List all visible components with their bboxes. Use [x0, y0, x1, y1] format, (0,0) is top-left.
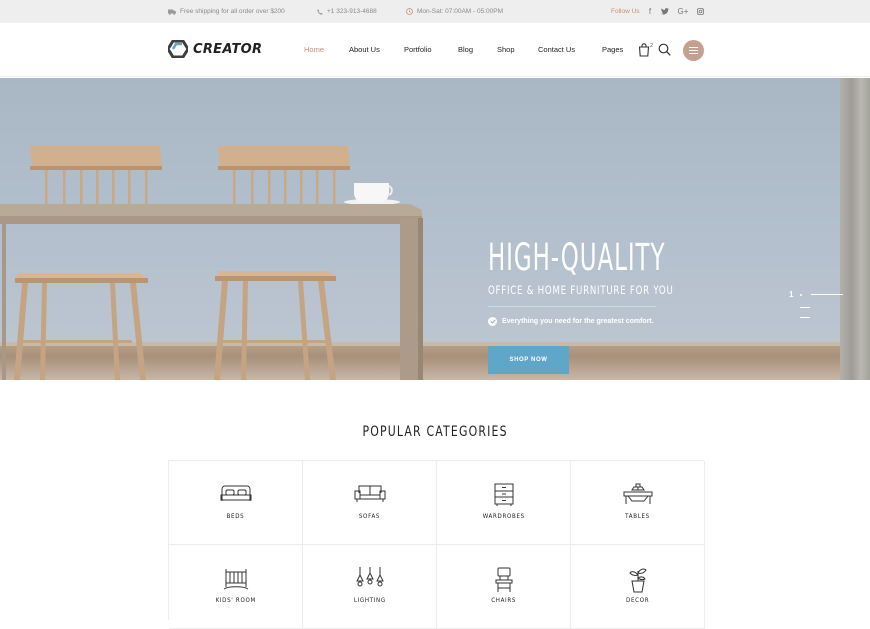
hamburger-menu-button[interactable] — [683, 40, 704, 61]
truck-icon — [168, 9, 176, 15]
crib-icon — [223, 569, 248, 590]
plant-icon — [628, 568, 647, 593]
category-tables[interactable]: TABLES — [571, 461, 705, 545]
check-circle-icon — [488, 317, 497, 326]
phone-info: +1 323-913-4688 — [317, 8, 377, 15]
hero-tagline-text: Everything you need for the greatest com… — [502, 318, 654, 325]
shipping-text: Free shipping for all order over $200 — [180, 8, 285, 15]
category-label: LIGHTING — [353, 596, 386, 604]
category-label: DECOR — [625, 596, 650, 604]
nav-about-us[interactable]: About Us — [349, 45, 380, 54]
logo[interactable]: CREATOR — [168, 40, 262, 58]
slide-indicator-3[interactable] — [800, 317, 810, 318]
category-decor[interactable]: DECOR — [571, 545, 705, 629]
categories-grid: BEDS SOFAS WARDROBES TABLES KIDS' ROOM L… — [168, 460, 705, 629]
nav-blog[interactable]: Blog — [458, 45, 473, 54]
category-kids-room[interactable]: KIDS' ROOM — [169, 545, 303, 629]
logo-mark-icon — [168, 40, 188, 58]
clock-icon — [406, 8, 413, 15]
follow-us-label: Follow Us — [611, 8, 640, 15]
search-icon[interactable] — [658, 43, 671, 56]
category-beds[interactable]: BEDS — [169, 461, 303, 545]
hero-tagline: Everything you need for the greatest com… — [488, 317, 654, 326]
menu-line — [689, 53, 698, 55]
category-lighting[interactable]: LIGHTING — [303, 545, 437, 629]
hero-furniture-image — [0, 146, 423, 380]
cart-count-badge: 2 — [650, 43, 654, 49]
category-label: TABLES — [625, 512, 650, 520]
menu-line — [689, 46, 698, 48]
category-label: BEDS — [226, 512, 245, 520]
bed-icon — [220, 485, 251, 501]
shipping-info: Free shipping for all order over $200 — [168, 8, 285, 15]
logo-text: CREATOR — [193, 41, 263, 57]
slide-indicator-1[interactable] — [811, 294, 843, 295]
sofa-icon — [354, 485, 385, 502]
hours-text: Mon-Sat: 07:00AM - 05:00PM — [417, 8, 503, 15]
phone-icon — [317, 8, 323, 15]
slide-indicator-dot — [800, 294, 802, 296]
nav-pages[interactable]: Pages — [602, 45, 623, 54]
category-label: SOFAS — [358, 512, 381, 520]
category-chairs[interactable]: CHAIRS — [437, 545, 571, 629]
nav-shop[interactable]: Shop — [497, 45, 515, 54]
phone-text: +1 323-913-4688 — [327, 8, 377, 15]
wardrobe-icon — [494, 483, 513, 506]
category-label: CHAIRS — [491, 596, 516, 604]
facebook-icon[interactable]: f — [644, 6, 656, 17]
hero-subtitle: OFFICE & HOME FURNITURE FOR YOU — [488, 283, 674, 297]
category-label: KIDS' ROOM — [215, 596, 256, 604]
hero-divider — [488, 306, 656, 307]
category-label: WARDROBES — [482, 512, 525, 520]
hours-info: Mon-Sat: 07:00AM - 05:00PM — [406, 8, 503, 15]
category-sofas[interactable]: SOFAS — [303, 461, 437, 545]
shop-now-button[interactable]: SHOP NOW — [488, 346, 569, 374]
nav-portfolio[interactable]: Portfolio — [404, 45, 432, 54]
top-bar: Free shipping for all order over $200 +1… — [0, 0, 870, 23]
twitter-icon[interactable] — [659, 6, 671, 17]
nav-home[interactable]: Home — [304, 45, 324, 54]
nav-contact-us[interactable]: Contact Us — [538, 45, 575, 54]
site-header: CREATOR Home About Us Portfolio Blog Sho… — [0, 23, 870, 77]
table-icon — [623, 483, 652, 504]
hero-slider: HIGH-QUALITY OFFICE & HOME FURNITURE FOR… — [0, 78, 870, 380]
cart-icon[interactable] — [638, 43, 650, 57]
hero-title: HIGH-QUALITY — [488, 236, 666, 279]
google-plus-icon[interactable]: G+ — [676, 6, 690, 17]
instagram-icon[interactable] — [694, 6, 706, 17]
chair-icon — [495, 567, 512, 592]
menu-line — [689, 49, 698, 52]
category-wardrobes[interactable]: WARDROBES — [437, 461, 571, 545]
slide-indicator-2[interactable] — [800, 307, 810, 308]
hero-curtain — [840, 78, 870, 380]
popular-categories-title: POPULAR CATEGORIES — [0, 424, 870, 440]
popular-categories-title-text: POPULAR CATEGORIES — [362, 424, 508, 440]
lamp-icon — [355, 567, 384, 587]
slide-number: 1 — [789, 290, 794, 299]
